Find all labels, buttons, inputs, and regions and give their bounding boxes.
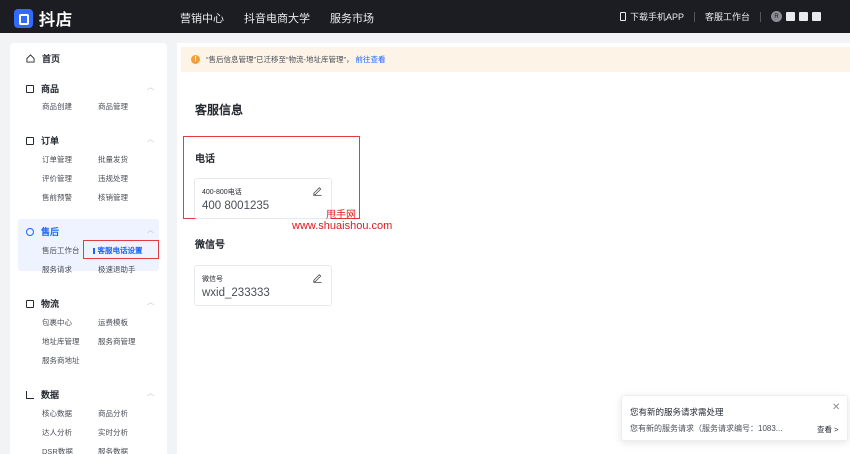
chevron-up-icon[interactable]: ︿ — [147, 388, 154, 398]
sidebar-item-influencer-analysis[interactable]: 达人分析 — [42, 427, 72, 438]
section-title: 数据 — [41, 390, 60, 400]
sidebar-item-address-library[interactable]: 地址库管理 — [42, 336, 80, 347]
notice-link[interactable]: 前往查看 — [356, 54, 386, 65]
toast-body: 您有新的服务请求（服务请求编号：1083... — [630, 424, 783, 433]
sidebar-item-freight-template[interactable]: 运费模板 — [98, 317, 128, 328]
download-app-link[interactable]: 下载手机APP — [630, 10, 684, 23]
sidebar-section-orders[interactable]: 订单 — [26, 134, 59, 147]
sidebar-item-violation[interactable]: 违规处理 — [98, 173, 128, 184]
phone-card: 400-800电话 400 8001235 — [194, 178, 332, 219]
brand-logo-icon — [14, 8, 33, 28]
top-nav-service-market[interactable]: 服务市场 — [330, 10, 374, 26]
sidebar-item-fast-refund[interactable]: 极速退助手 — [98, 264, 136, 275]
section-title: 订单 — [41, 136, 60, 146]
wechat-label: 微信号 — [202, 276, 223, 283]
sidebar-item-batch-ship[interactable]: 批量发货 — [98, 154, 128, 165]
main-content: ! “售后信息管理”已迁移至“物流-地址库管理”， 前往查看 客服信息 电话 4… — [177, 43, 850, 454]
sidebar-item-package-center[interactable]: 包裹中心 — [42, 317, 72, 328]
sidebar-section-logistics[interactable]: 物流 — [26, 297, 59, 310]
avatar[interactable]: R — [771, 11, 783, 22]
sidebar-section-data[interactable]: 数据 — [26, 388, 59, 401]
truck-icon — [26, 299, 34, 308]
chart-icon — [26, 390, 34, 399]
phone-section-title: 电话 — [195, 154, 215, 165]
sidebar-item-review-manage[interactable]: 评价管理 — [42, 173, 72, 184]
sidebar-item-realtime-analysis[interactable]: 实时分析 — [98, 427, 128, 438]
toast-title: 您有新的服务请求需处理 — [630, 407, 724, 417]
section-title: 商品 — [41, 84, 60, 94]
top-bar: 抖店 营销中心 抖音电商大学 服务市场 下载手机APP 客服工作台 R — [0, 0, 850, 33]
watermark-url: www.shuaishou.com — [292, 220, 393, 232]
warning-icon: ! — [191, 55, 200, 64]
bag-icon[interactable] — [799, 12, 809, 21]
wechat-card: 微信号 wxid_233333 — [194, 265, 332, 306]
sidebar-item-presale-alert[interactable]: 售前预警 — [42, 192, 72, 203]
chevron-up-icon[interactable]: ︿ — [147, 225, 154, 235]
service-desk-link[interactable]: 客服工作台 — [705, 10, 750, 23]
sidebar-item-core-data[interactable]: 核心数据 — [42, 408, 72, 419]
top-nav: 营销中心 抖音电商大学 服务市场 — [180, 10, 374, 26]
watermark-text: 甩手网 — [326, 210, 356, 221]
sidebar: 首页 商品 ︿ 商品创建 商品管理 订单 ︿ 订单管理 批量发货 评价管理 违规… — [10, 43, 167, 454]
sidebar-item-provider-manage[interactable]: 服务商管理 — [98, 336, 136, 347]
divider — [760, 11, 762, 22]
edit-icon[interactable] — [312, 272, 323, 283]
sidebar-item-provider-address[interactable]: 服务商地址 — [42, 355, 80, 366]
sidebar-home-label: 首页 — [42, 54, 61, 64]
brand-name: 抖店 — [39, 12, 74, 29]
chart-icon[interactable] — [812, 12, 822, 21]
top-nav-university[interactable]: 抖音电商大学 — [244, 10, 310, 26]
close-icon[interactable]: ✕ — [832, 402, 840, 413]
order-icon — [26, 136, 34, 145]
phone-value: 400 8001235 — [202, 200, 270, 212]
top-right-tools: 下载手机APP 客服工作台 R — [620, 10, 822, 23]
chevron-up-icon[interactable]: ︿ — [147, 134, 154, 144]
sidebar-item-product-analysis[interactable]: 商品分析 — [98, 408, 128, 419]
sidebar-item-service-request[interactable]: 服务请求 — [42, 264, 72, 275]
sidebar-item-service-data[interactable]: 服务数据 — [98, 446, 128, 454]
goods-icon — [26, 84, 34, 93]
sidebar-item-product-create[interactable]: 商品创建 — [42, 101, 72, 112]
top-nav-marketing[interactable]: 营销中心 — [180, 10, 224, 26]
chevron-up-icon[interactable]: ︿ — [147, 297, 154, 307]
wechat-value: wxid_233333 — [202, 287, 270, 299]
page-title: 客服信息 — [195, 103, 244, 117]
section-title: 售后 — [41, 227, 60, 237]
section-title: 物流 — [41, 299, 60, 309]
phone-icon — [620, 12, 626, 21]
notice-text: “售后信息管理”已迁移至“物流-地址库管理”， — [206, 55, 354, 64]
shop-icon[interactable] — [786, 12, 796, 21]
wechat-section-title: 微信号 — [195, 240, 225, 251]
sidebar-item-dsr-data[interactable]: DSR数据 — [42, 446, 73, 454]
notification-toast[interactable]: 您有新的服务请求需处理 ✕ 您有新的服务请求（服务请求编号：1083... 查看… — [621, 395, 848, 441]
home-icon — [26, 54, 35, 63]
sidebar-item-aftersale-workbench[interactable]: 售后工作台 — [42, 245, 80, 256]
sidebar-item-home[interactable]: 首页 — [26, 52, 60, 65]
aftersale-icon — [26, 227, 34, 236]
sidebar-item-verify[interactable]: 核销管理 — [98, 192, 128, 203]
sidebar-item-order-manage[interactable]: 订单管理 — [42, 154, 72, 165]
edit-icon[interactable] — [312, 185, 323, 196]
chevron-up-icon[interactable]: ︿ — [147, 82, 154, 92]
sidebar-section-aftersale[interactable]: 售后 — [26, 225, 59, 238]
brand-logo[interactable]: 抖店 — [14, 6, 73, 30]
phone-label: 400-800电话 — [202, 189, 242, 196]
notice-banner: ! “售后信息管理”已迁移至“物流-地址库管理”， 前往查看 — [181, 47, 850, 72]
toast-view-link[interactable]: 查看 > — [817, 424, 838, 435]
divider — [694, 11, 696, 22]
highlight-box — [83, 240, 159, 259]
sidebar-item-product-manage[interactable]: 商品管理 — [98, 101, 128, 112]
sidebar-section-goods[interactable]: 商品 — [26, 82, 59, 95]
